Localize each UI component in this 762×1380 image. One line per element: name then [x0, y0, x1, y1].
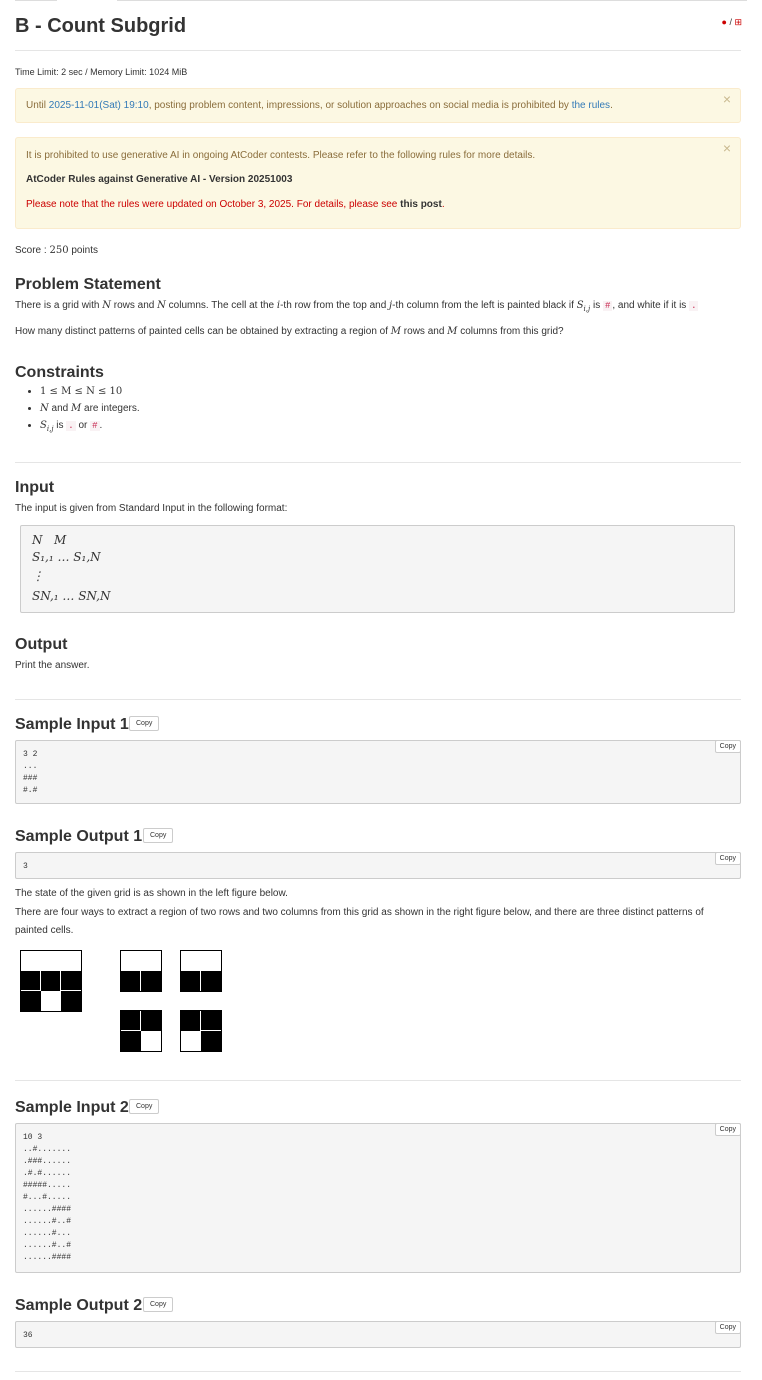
sample-output-1-heading: Sample Output 1: [15, 828, 143, 845]
statement-paragraph-1: There is a grid with N rows and N column…: [15, 300, 699, 313]
format-line-2: S₁,₁ … S₁,N: [32, 550, 101, 564]
divider: [15, 1080, 741, 1081]
contest-end-link[interactable]: 2025-11-01(Sat) 19:10: [49, 100, 149, 111]
output-text: Print the answer.: [15, 660, 90, 671]
output-heading: Output: [15, 636, 68, 653]
figure-grid-full: [20, 950, 82, 1012]
score-text: Score : 250 points: [15, 245, 99, 256]
input-text: The input is given from Standard Input i…: [15, 503, 288, 514]
figure-subgrid-2: [180, 950, 222, 992]
sample-input-2-text: 10 3 ..#....... .###...... .#.#...... ##…: [23, 1133, 72, 1262]
constraint-1: 1 ≤ M ≤ N ≤ 10: [40, 386, 140, 403]
social-media-alert: Until 2025-11-01(Sat) 19:10, posting pro…: [15, 88, 741, 123]
statement-paragraph-2: How many distinct patterns of painted ce…: [15, 326, 564, 337]
copy-button[interactable]: Copy: [143, 1297, 174, 1312]
close-icon[interactable]: ×: [723, 140, 731, 156]
copy-button[interactable]: Copy: [143, 828, 174, 843]
ai-rules-title: AtCoder Rules against Generative AI - Ve…: [26, 174, 293, 185]
input-heading: Input: [15, 479, 55, 496]
sample-output-1-box[interactable]: 3 Copy: [15, 852, 741, 879]
sample-input-2-box[interactable]: 10 3 ..#....... .###...... .#.#...... ##…: [15, 1123, 741, 1273]
explanation-line-2: There are four ways to extract a region …: [15, 907, 704, 918]
alert-line-3: Please note that the rules were updated …: [26, 199, 445, 210]
copy-button[interactable]: Copy: [714, 1123, 741, 1136]
divider: [15, 50, 741, 51]
close-icon[interactable]: ×: [723, 91, 731, 107]
statement-heading: Problem Statement: [15, 276, 161, 293]
sample-input-1-box[interactable]: 3 2 ... ### #.# Copy: [15, 740, 741, 804]
explanation-line-1: The state of the given grid is as shown …: [15, 888, 288, 899]
copy-button[interactable]: Copy: [714, 740, 741, 753]
figure-subgrid-1: [120, 950, 162, 992]
constraints-list: 1 ≤ M ≤ N ≤ 10 N and M are integers. Si,…: [22, 386, 140, 437]
copy-button[interactable]: Copy: [129, 716, 160, 731]
constraints-heading: Constraints: [15, 364, 104, 381]
divider: [15, 1371, 741, 1372]
generative-ai-alert: It is prohibited to use generative AI in…: [15, 137, 741, 229]
alert-line-1: It is prohibited to use generative AI in…: [26, 150, 536, 161]
uk-flag-icon[interactable]: ⊞: [734, 17, 742, 27]
explanation-line-3: painted cells.: [15, 925, 74, 936]
figure-subgrid-4: [180, 1010, 222, 1052]
format-line-3: ⋮: [32, 569, 44, 583]
alert-text: Until 2025-11-01(Sat) 19:10, posting pro…: [26, 100, 613, 111]
limits-text: Time Limit: 2 sec / Memory Limit: 1024 M…: [15, 67, 188, 77]
sample-input-2-heading: Sample Input 2: [15, 1099, 129, 1116]
sample-output-2-box[interactable]: 36 Copy: [15, 1321, 741, 1348]
figure-subgrid-3: [120, 1010, 162, 1052]
copy-button[interactable]: Copy: [714, 1321, 741, 1334]
copy-button[interactable]: Copy: [129, 1099, 160, 1114]
format-line-1: N M: [32, 533, 67, 547]
rules-link[interactable]: the rules: [572, 100, 610, 111]
copy-button[interactable]: Copy: [714, 852, 741, 865]
language-switch[interactable]: ● / ⊞: [722, 17, 743, 28]
divider: [15, 462, 741, 463]
sample-input-1-text: 3 2 ... ### #.#: [23, 750, 38, 795]
sample-output-2-heading: Sample Output 2: [15, 1297, 143, 1314]
constraint-2: N and M are integers.: [40, 403, 140, 420]
sample-input-1-heading: Sample Input 1: [15, 716, 129, 733]
this-post-link[interactable]: this post: [400, 199, 442, 210]
sample-output-1-text: 3: [23, 862, 28, 871]
sample-output-2-text: 36: [23, 1331, 33, 1340]
format-line-4: SN,₁ … SN,N: [32, 589, 111, 603]
page-title: B - Count Subgrid: [15, 15, 187, 37]
top-tab-line: [15, 0, 747, 1]
constraint-3: Si,j is . or #.: [40, 420, 140, 437]
divider: [15, 699, 741, 700]
input-format-box: N M S₁,₁ … S₁,N ⋮ SN,₁ … SN,N: [20, 525, 735, 613]
